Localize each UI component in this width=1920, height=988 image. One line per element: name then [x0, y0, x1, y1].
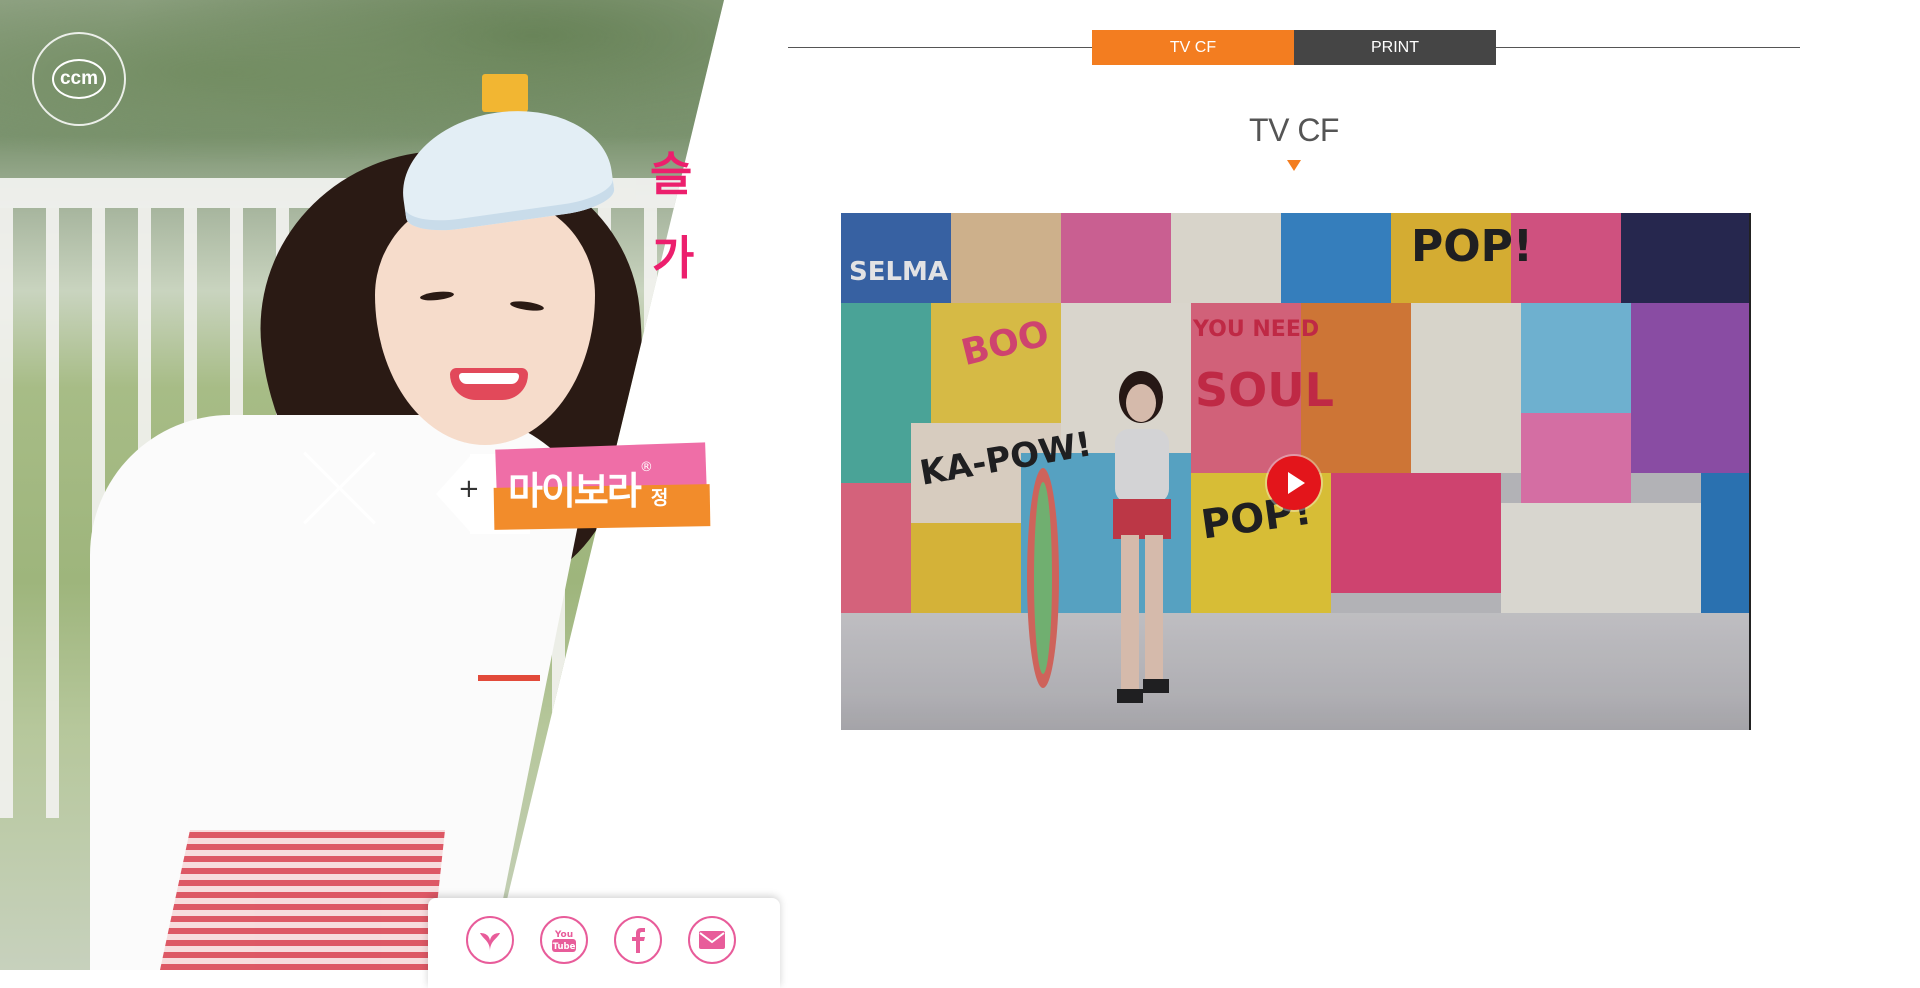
product-tag: + 마이보라® 정 [436, 442, 716, 536]
youtube-link-button[interactable]: You Tube [540, 916, 588, 964]
play-button[interactable] [1267, 456, 1321, 510]
ccm-badge-label: ccm [52, 59, 106, 99]
media-tabs: TV CF PRINT [1092, 30, 1496, 65]
tab-tv-cf[interactable]: TV CF [1092, 30, 1294, 65]
email-link-button[interactable] [688, 916, 736, 964]
product-suffix: 정 [650, 487, 669, 509]
product-name-text: 마이보라 [508, 469, 642, 513]
shirt-logo-stripe [478, 675, 540, 681]
x-graphic [300, 448, 380, 528]
facebook-icon [632, 928, 645, 953]
product-registered-mark: ® [639, 460, 653, 475]
model-skirt [160, 830, 445, 970]
youtube-icon: You Tube [552, 930, 576, 952]
mail-icon [699, 931, 725, 949]
slogan-fragment-2: 가 [652, 231, 695, 285]
svg-text:Tube: Tube [553, 942, 576, 952]
slogan-fragment-1: 슬 [650, 147, 693, 201]
svg-text:You: You [554, 930, 573, 940]
model-smile [450, 368, 528, 400]
facebook-link-button[interactable] [614, 916, 662, 964]
product-plus: + [458, 474, 480, 504]
ccm-badge: ccm [32, 32, 126, 126]
product-name: 마이보라® 정 [508, 460, 669, 515]
hero-banner: ccm 슬 가 + 마이보라® 정 [0, 0, 760, 970]
leaf-icon [480, 933, 500, 951]
title-arrow-icon [1287, 160, 1301, 171]
section-title: TV CF [1249, 112, 1339, 148]
blog-link-button[interactable] [466, 916, 514, 964]
tab-print[interactable]: PRINT [1294, 30, 1496, 65]
social-links-bar: You Tube [428, 898, 780, 988]
video-player[interactable]: SELMA POP! YOU NEED SOUL KA-POW! POP! BO… [841, 213, 1751, 730]
